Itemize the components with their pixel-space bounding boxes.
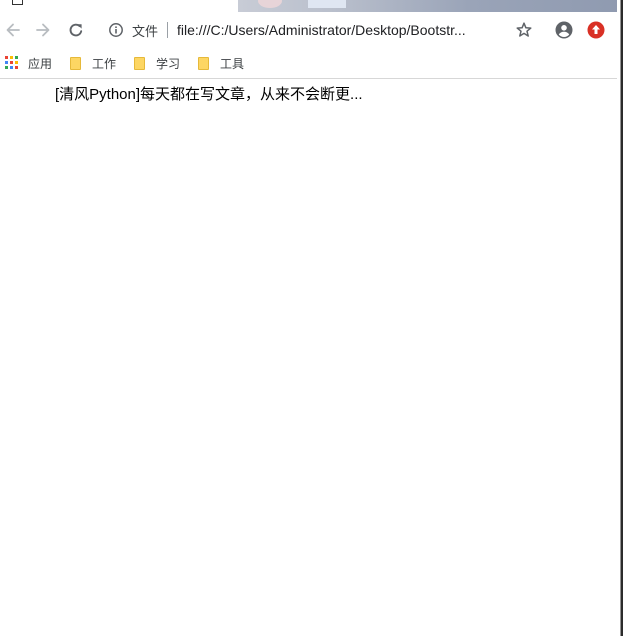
bookmark-apps-label: 应用 — [28, 56, 53, 71]
bookmark-folder-study[interactable]: 学习 — [134, 53, 180, 73]
page-icon — [12, 0, 23, 5]
bookmark-folder-label: 工具 — [220, 56, 245, 71]
extension-button[interactable] — [583, 17, 609, 43]
desktop-wallpaper-strip — [238, 0, 623, 12]
arrow-left-icon — [6, 23, 20, 37]
arrow-right-icon — [36, 23, 50, 37]
forward-button[interactable] — [30, 17, 56, 43]
info-icon[interactable] — [103, 17, 129, 43]
browser-window: 文件 file:///C:/Users/Administrator/Deskto… — [0, 0, 623, 636]
red-upload-icon — [587, 21, 605, 39]
window-edge — [617, 0, 623, 636]
scheme-label: 文件 — [132, 23, 159, 39]
url-text[interactable]: file:///C:/Users/Administrator/Desktop/B… — [177, 22, 466, 38]
reload-button[interactable] — [63, 17, 89, 43]
browser-toolbar: 文件 file:///C:/Users/Administrator/Deskto… — [0, 12, 623, 48]
bookmark-folder-work[interactable]: 工作 — [70, 53, 116, 73]
bookmark-star-button[interactable] — [511, 17, 537, 43]
address-separator — [167, 22, 169, 38]
apps-grid-icon — [5, 56, 19, 70]
folder-icon — [134, 56, 145, 70]
account-circle-icon — [555, 21, 573, 39]
reload-icon — [69, 23, 83, 37]
profile-button[interactable] — [551, 17, 577, 43]
page-content: [清风Python]每天都在写文章，从来不会断更... — [0, 79, 617, 636]
bookmark-folder-label: 学习 — [156, 56, 181, 71]
bookmark-apps[interactable]: 应用 — [5, 53, 52, 73]
tab-strip — [0, 0, 623, 12]
folder-icon — [198, 56, 209, 70]
bookmarks-bar: 应用 工作 学习 工具 — [0, 48, 623, 79]
star-icon — [516, 22, 532, 37]
page-headline: [清风Python]每天都在写文章，从来不会断更... — [55, 86, 363, 103]
address-bar[interactable]: 文件 file:///C:/Users/Administrator/Deskto… — [100, 15, 510, 45]
bookmark-folder-tools[interactable]: 工具 — [198, 53, 244, 73]
bookmark-folder-label: 工作 — [92, 56, 117, 71]
folder-icon — [70, 56, 81, 70]
back-button[interactable] — [0, 17, 26, 43]
